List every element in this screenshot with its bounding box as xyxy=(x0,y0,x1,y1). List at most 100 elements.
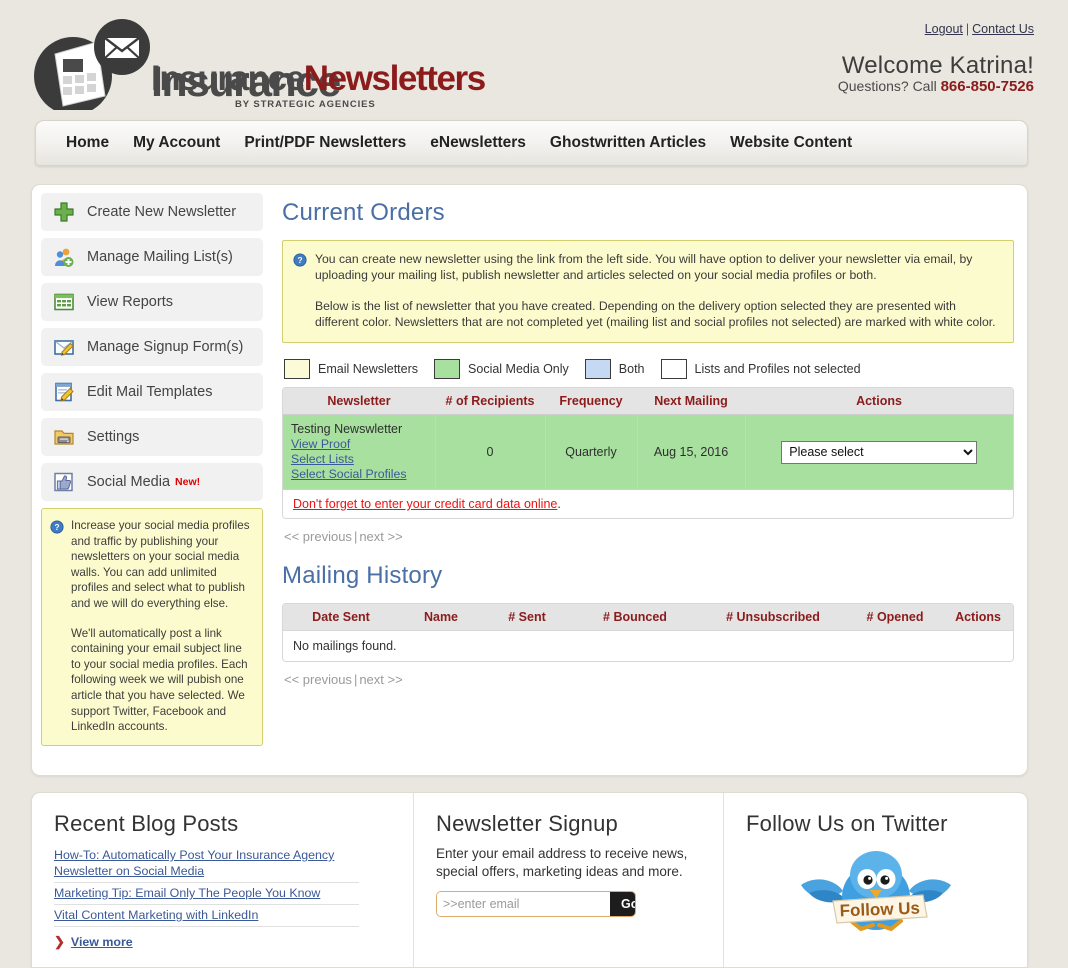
logo-accent-text: Newsletters xyxy=(303,59,486,98)
signup-go-button[interactable]: Go xyxy=(610,892,635,916)
legend-label-both: Both xyxy=(618,362,645,376)
info-icon: ? xyxy=(50,520,64,534)
signup-form: Go xyxy=(436,891,636,917)
logout-link[interactable]: Logout xyxy=(925,22,963,36)
nav-item-my-account[interactable]: My Account xyxy=(121,130,232,156)
select-social-profiles-link[interactable]: Select Social Profiles xyxy=(291,467,427,482)
sidebar-item-view-reports[interactable]: View Reports xyxy=(41,283,263,321)
welcome-message: Welcome Katrina! xyxy=(841,52,1034,79)
color-legend: Email Newsletters Social Media Only Both… xyxy=(284,359,1014,379)
twitter-bird-icon[interactable]: Follow Us xyxy=(781,845,971,941)
mailing-history-table-wrapper: Date Sent Name # Sent # Bounced # Unsubs… xyxy=(282,603,1014,662)
orders-pagination: << previous | next >> xyxy=(284,529,1014,544)
nav-list: Home My Account Print/PDF Newsletters eN… xyxy=(36,121,1027,165)
email-field[interactable] xyxy=(437,892,610,916)
orders-col-recipients: # of Recipients xyxy=(435,388,545,415)
twitter-banner-text: Follow Us xyxy=(839,899,920,921)
nav-item-website-content[interactable]: Website Content xyxy=(718,130,864,156)
mailing-history-table: Date Sent Name # Sent # Bounced # Unsubs… xyxy=(283,604,1013,661)
sidebar-label-edit-mail-templates: Edit Mail Templates xyxy=(87,384,213,400)
form-pencil-icon xyxy=(54,340,74,356)
svg-text:?: ? xyxy=(297,255,302,265)
nav-item-ghostwritten-articles[interactable]: Ghostwritten Articles xyxy=(538,130,718,156)
sidebar: Create New Newsletter Manage Mailing Lis… xyxy=(41,193,263,746)
history-previous-link[interactable]: << previous xyxy=(284,672,352,687)
history-col-unsubscribed: # Unsubscribed xyxy=(699,604,847,631)
legend-label-email: Email Newsletters xyxy=(318,362,419,376)
support-phone-number: 866-850-7526 xyxy=(940,78,1034,95)
footer-signup-title: Newsletter Signup xyxy=(436,811,618,836)
sidebar-item-manage-mailing-lists[interactable]: Manage Mailing List(s) xyxy=(41,238,263,276)
thumbs-up-icon xyxy=(54,472,73,492)
legend-swatch-none xyxy=(660,359,687,379)
orders-table-body: Testing Newswletter View Proof Select Li… xyxy=(283,414,1013,518)
site-logo[interactable]: Insurance InsuranceNewsletters BY STRATE… xyxy=(25,14,486,110)
sidebar-note-paragraph-2: We'll automatically post a link containi… xyxy=(71,626,248,734)
sidebar-item-edit-mail-templates[interactable]: Edit Mail Templates xyxy=(41,373,263,411)
credit-card-warning-suffix: . xyxy=(557,497,561,511)
order-frequency-cell: Quarterly xyxy=(544,414,637,490)
sidebar-item-create-new-newsletter[interactable]: Create New Newsletter xyxy=(41,193,263,231)
list-item: Marketing Tip: Email Only The People You… xyxy=(54,883,359,905)
nav-item-home[interactable]: Home xyxy=(54,130,121,156)
history-col-name: Name xyxy=(399,604,483,631)
sidebar-label-social-media: Social Media xyxy=(87,474,171,490)
svg-text:?: ? xyxy=(54,522,59,532)
history-col-date-sent: Date Sent xyxy=(283,604,399,631)
sidebar-label-manage-signup-forms: Manage Signup Form(s) xyxy=(87,339,244,355)
credit-card-warning-link[interactable]: Don't forget to enter your credit card d… xyxy=(293,497,557,511)
order-newsletter-name: Testing Newswletter xyxy=(291,422,403,436)
main-content-panel: Create New Newsletter Manage Mailing Lis… xyxy=(31,184,1028,776)
blog-post-link-3[interactable]: Vital Content Marketing with LinkedIn xyxy=(54,907,359,923)
blog-view-more[interactable]: ❯ View more xyxy=(54,934,391,950)
sidebar-item-manage-signup-forms[interactable]: Manage Signup Form(s) xyxy=(41,328,263,366)
orders-col-newsletter: Newsletter xyxy=(283,388,435,415)
history-col-sent: # Sent xyxy=(483,604,571,631)
orders-next-link[interactable]: next >> xyxy=(359,529,402,544)
users-add-icon xyxy=(55,248,74,267)
sidebar-label-settings: Settings xyxy=(87,429,140,445)
history-next-link[interactable]: next >> xyxy=(359,672,402,687)
legend-label-not-selected: Lists and Profiles not selected xyxy=(694,362,861,376)
main-navigation: Home My Account Print/PDF Newsletters eN… xyxy=(35,120,1028,166)
select-lists-link[interactable]: Select Lists xyxy=(291,452,427,467)
page-title-mailing-history: Mailing History xyxy=(282,562,443,589)
notice-paragraph-1: You can create new newsletter using the … xyxy=(315,252,973,282)
order-actions-cell: Please select xyxy=(744,414,1013,490)
orders-col-frequency: Frequency xyxy=(545,388,637,415)
history-table-body: No mailings found. xyxy=(283,630,1013,661)
current-orders-notice: ? You can create new newsletter using th… xyxy=(282,240,1014,343)
list-item: Vital Content Marketing with LinkedIn xyxy=(54,905,359,927)
sidebar-note-text: Increase your social media profiles and … xyxy=(71,518,253,735)
footer-panel: Recent Blog Posts How-To: Automatically … xyxy=(31,792,1028,968)
footer-blog-column: Recent Blog Posts How-To: Automatically … xyxy=(32,793,414,967)
sidebar-info-note: ? Increase your social media profiles an… xyxy=(41,508,263,746)
order-newsletter-cell: Testing Newswletter View Proof Select Li… xyxy=(283,414,435,490)
nav-item-enewsletters[interactable]: eNewsletters xyxy=(418,130,538,156)
history-col-bounced: # Bounced xyxy=(571,604,699,631)
notice-paragraph-2: Below is the list of newsletter that you… xyxy=(315,299,996,329)
grid-report-icon xyxy=(54,293,74,311)
orders-previous-link[interactable]: << previous xyxy=(284,529,352,544)
sidebar-item-social-media[interactable]: Social Media New! xyxy=(41,463,263,501)
contact-us-link[interactable]: Contact Us xyxy=(972,22,1034,36)
history-table-head: Date Sent Name # Sent # Bounced # Unsubs… xyxy=(283,604,1013,631)
blog-post-link-2[interactable]: Marketing Tip: Email Only The People You… xyxy=(54,885,359,901)
footer-blog-title: Recent Blog Posts xyxy=(54,811,239,836)
nav-item-print-pdf-newsletters[interactable]: Print/PDF Newsletters xyxy=(232,130,418,156)
view-proof-link[interactable]: View Proof xyxy=(291,437,427,452)
blog-post-list: How-To: Automatically Post Your Insuranc… xyxy=(54,845,359,927)
page-title-current-orders: Current Orders xyxy=(282,199,445,226)
page-root: Insurance InsuranceNewsletters BY STRATE… xyxy=(0,0,1068,968)
history-pagination: << previous | next >> xyxy=(284,672,1014,687)
order-action-select[interactable]: Please select xyxy=(781,440,978,464)
sidebar-item-settings[interactable]: Settings xyxy=(41,418,263,456)
header-top-links: Logout | Contact Us xyxy=(925,22,1034,36)
credit-card-warning-cell: Don't forget to enter your credit card d… xyxy=(283,489,1013,518)
logo-main-text: Insurance xyxy=(151,59,305,98)
current-orders-table: Newsletter # of Recipients Frequency Nex… xyxy=(283,388,1013,518)
view-more-link[interactable]: View more xyxy=(71,935,133,949)
orders-col-actions: Actions xyxy=(745,388,1013,415)
legend-swatch-social xyxy=(434,359,461,379)
blog-post-link-1[interactable]: How-To: Automatically Post Your Insuranc… xyxy=(54,847,359,879)
